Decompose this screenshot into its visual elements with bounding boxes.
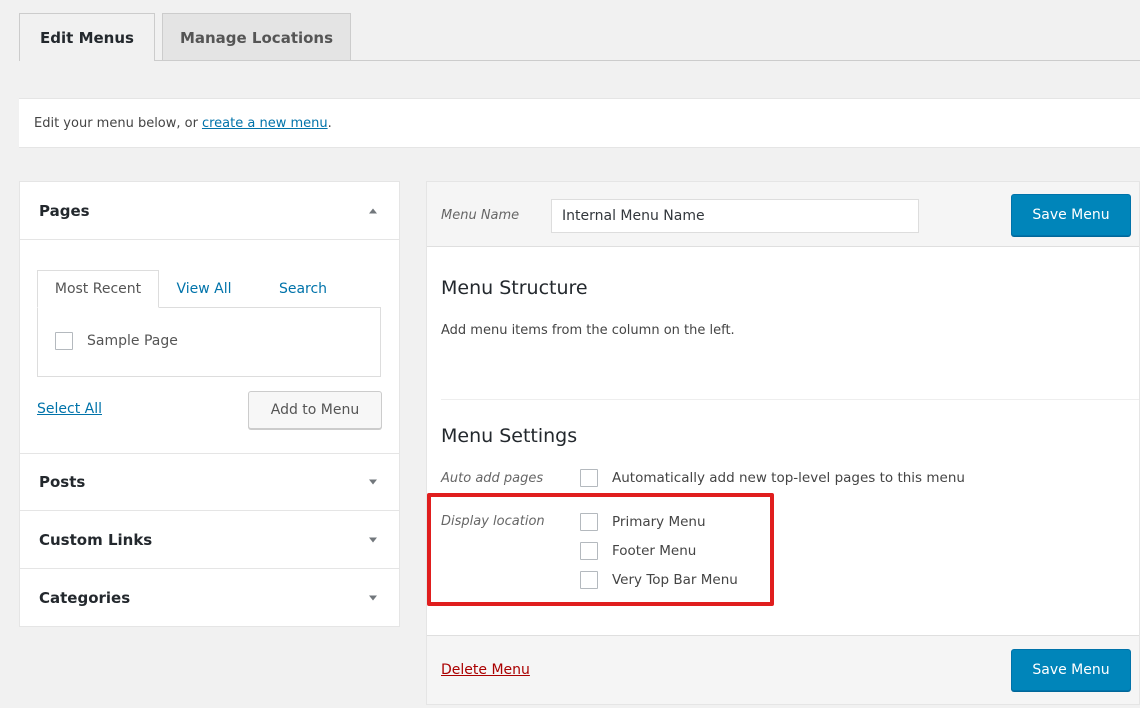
chevron-down-icon — [369, 595, 377, 600]
accordion-categories-header[interactable]: Categories — [20, 569, 399, 627]
tab-search[interactable]: Search — [273, 270, 333, 308]
accordion-categories-title: Categories — [39, 588, 131, 607]
sample-page-checkbox[interactable] — [55, 332, 73, 350]
auto-add-pages-label: Auto add pages — [441, 471, 544, 486]
tab-most-recent[interactable]: Most Recent — [37, 270, 159, 308]
accordion-posts-title: Posts — [39, 473, 86, 491]
menu-name-input[interactable] — [551, 199, 919, 233]
chevron-down-icon — [369, 479, 377, 485]
accordion-pages-header[interactable]: Pages — [20, 182, 399, 240]
save-menu-button-bottom[interactable]: Save Menu — [1011, 649, 1131, 691]
auto-add-pages-text: Automatically add new top-level pages to… — [612, 470, 965, 486]
menu-editor-panel: Menu Name Save Menu Menu Structure Add m… — [426, 181, 1140, 705]
notice-period: . — [327, 115, 332, 131]
menu-structure-description: Add menu items from the column on the le… — [441, 323, 735, 338]
menu-footer: Delete Menu Save Menu — [427, 635, 1139, 704]
menu-items-panel: Pages Most Recent View All Search Sample… — [19, 181, 400, 627]
delete-menu-link[interactable]: Delete Menu — [441, 662, 530, 678]
menu-structure-title: Menu Structure — [441, 277, 588, 299]
add-to-menu-button[interactable]: Add to Menu — [248, 391, 382, 429]
chevron-up-icon — [369, 208, 377, 213]
accordion-custom-links-title: Custom Links — [39, 530, 153, 549]
menu-header: Menu Name Save Menu — [427, 182, 1139, 247]
accordion-custom-links-header[interactable]: Custom Links — [20, 511, 399, 569]
tab-divider — [19, 60, 1140, 61]
tab-edit-menus[interactable]: Edit Menus — [19, 13, 155, 61]
menu-notice: Edit your menu below, or create a new me… — [19, 98, 1140, 148]
chevron-down-icon — [369, 537, 377, 542]
tab-view-all[interactable]: View All — [168, 270, 240, 308]
auto-add-pages-option[interactable]: Automatically add new top-level pages to… — [580, 469, 965, 487]
tab-manage-locations[interactable]: Manage Locations — [162, 13, 351, 61]
section-divider — [441, 399, 1139, 400]
menu-name-label: Menu Name — [441, 208, 520, 223]
display-location-highlight — [427, 493, 774, 606]
accordion-posts-header[interactable]: Posts — [20, 453, 399, 511]
menu-settings-title: Menu Settings — [441, 425, 578, 447]
notice-text: Edit your menu below, or — [34, 115, 198, 131]
page-item-label: Sample Page — [87, 333, 178, 349]
accordion-pages-title: Pages — [39, 201, 90, 220]
page-item-sample-page[interactable]: Sample Page — [55, 332, 178, 350]
save-menu-button-top[interactable]: Save Menu — [1011, 194, 1131, 236]
create-new-menu-link[interactable]: create a new menu — [202, 116, 328, 131]
select-all-link[interactable]: Select All — [37, 401, 102, 417]
auto-add-pages-checkbox[interactable] — [580, 469, 598, 487]
pages-list-panel: Sample Page — [37, 307, 381, 377]
